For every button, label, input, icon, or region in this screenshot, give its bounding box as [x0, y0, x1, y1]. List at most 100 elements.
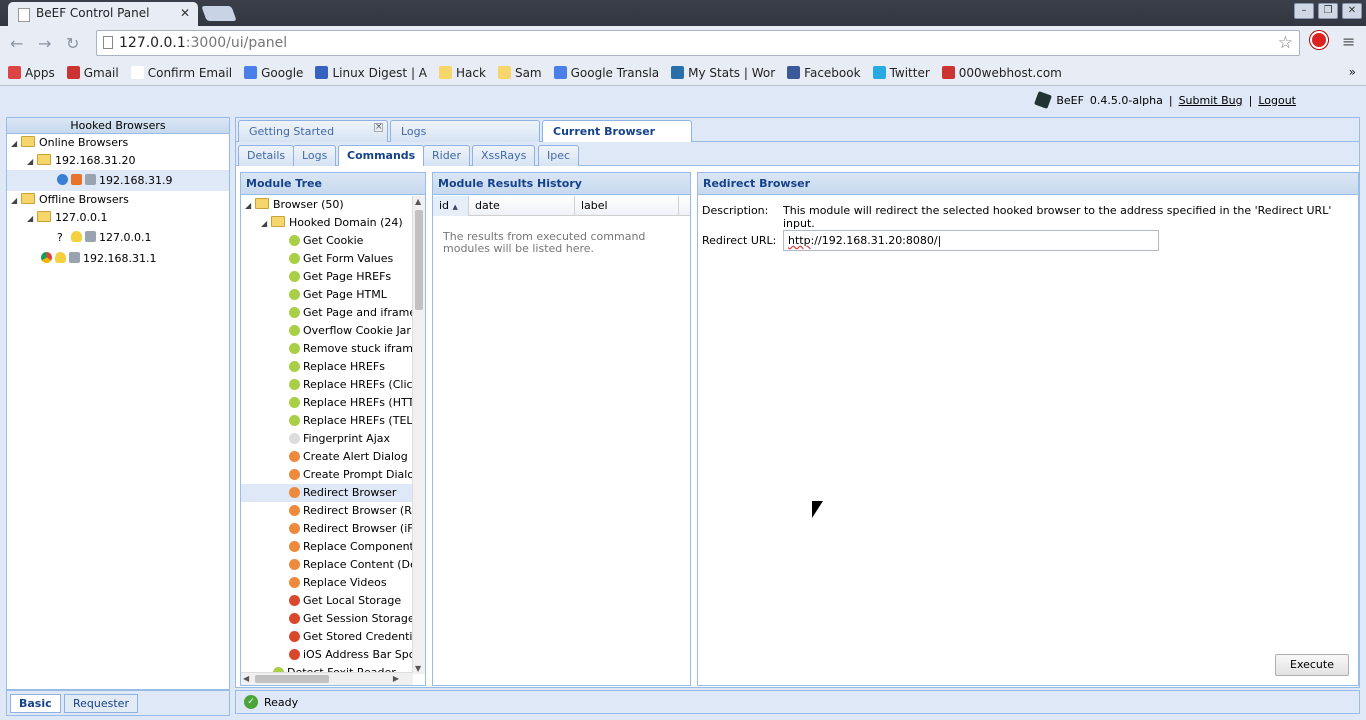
scroll-down-icon[interactable]: ▼: [415, 664, 421, 673]
col-date[interactable]: date: [469, 196, 575, 216]
module-status-icon: [289, 253, 300, 264]
tab-requester[interactable]: Requester: [64, 694, 138, 713]
close-window-icon[interactable]: ✕: [1342, 3, 1362, 19]
scroll-up-icon[interactable]: ▲: [415, 197, 421, 206]
col-label[interactable]: label: [575, 196, 679, 216]
module-item[interactable]: Remove stuck iframe: [241, 340, 413, 358]
tree-online-host[interactable]: ◢ 192.168.31.20: [7, 152, 229, 170]
bookmark-item[interactable]: Gmail: [66, 66, 119, 80]
back-icon[interactable]: ←: [10, 34, 23, 53]
scroll-thumb[interactable]: [415, 210, 423, 310]
browser-tab[interactable]: BeEF Control Panel ✕: [8, 2, 198, 26]
bookmark-item[interactable]: Facebook: [787, 66, 861, 80]
module-item[interactable]: Get Cookie: [241, 232, 413, 250]
tab-getting-started[interactable]: Getting Started ×: [238, 120, 388, 142]
module-item[interactable]: Replace HREFs (HTTPS: [241, 394, 413, 412]
bookmarks-overflow-icon[interactable]: »: [1349, 65, 1356, 79]
module-item[interactable]: Redirect Browser (Ric: [241, 502, 413, 520]
reload-icon[interactable]: ↻: [66, 34, 79, 53]
bookmark-item[interactable]: Confirm Email: [130, 65, 233, 80]
module-item[interactable]: Create Alert Dialog: [241, 448, 413, 466]
module-item[interactable]: Replace Component (D: [241, 538, 413, 556]
tab-basic[interactable]: Basic: [10, 694, 61, 713]
expand-icon[interactable]: ◢: [27, 153, 37, 171]
bookmark-item[interactable]: Apps: [8, 66, 55, 80]
module-item[interactable]: Get Page HTML: [241, 286, 413, 304]
tab-logs[interactable]: Logs: [390, 120, 540, 142]
address-bar[interactable]: 127.0.0.1:3000/ui/panel ☆: [96, 30, 1300, 56]
module-item[interactable]: Replace HREFs (TEL): [241, 412, 413, 430]
bookmark-item[interactable]: Sam: [497, 66, 542, 80]
tree-online-browsers[interactable]: ◢ Online Browsers: [7, 134, 229, 152]
forward-icon[interactable]: →: [38, 34, 51, 53]
tab-ipec[interactable]: Ipec: [538, 145, 580, 166]
tree-offline-host[interactable]: ◢ 127.0.0.1: [7, 209, 229, 227]
tab-rider[interactable]: Rider: [423, 145, 470, 166]
scroll-thumb[interactable]: [255, 675, 329, 683]
module-item[interactable]: Replace Videos: [241, 574, 413, 592]
expand-icon[interactable]: ◢: [11, 192, 21, 210]
bookmark-item[interactable]: Google Transla: [553, 66, 659, 80]
execute-button[interactable]: Execute: [1275, 654, 1349, 676]
minimize-icon[interactable]: –: [1294, 3, 1314, 19]
tree-offline-browsers[interactable]: ◢ Offline Browsers: [7, 191, 229, 209]
module-tree-hscroll[interactable]: ◀ ▶: [241, 672, 413, 685]
tab-current-browser[interactable]: Current Browser: [542, 120, 692, 142]
module-item[interactable]: Replace HREFs (Click I: [241, 376, 413, 394]
module-item[interactable]: Get Page and iframe H: [241, 304, 413, 322]
module-item[interactable]: Create Prompt Dialog: [241, 466, 413, 484]
bookmark-item[interactable]: Twitter: [872, 66, 930, 80]
module-tree-vscroll[interactable]: ▲ ▼: [412, 196, 425, 674]
folder-icon: [255, 198, 269, 209]
bookmark-item[interactable]: 000webhost.com: [941, 66, 1062, 80]
scroll-right-icon[interactable]: ▶: [393, 674, 399, 683]
module-label: Redirect Browser (iFra: [303, 522, 413, 535]
module-item[interactable]: Redirect Browser: [241, 484, 413, 502]
bookmark-star-icon[interactable]: ☆: [1278, 33, 1293, 53]
tab-commands[interactable]: Commands: [338, 145, 425, 166]
module-item[interactable]: Get Stored Credentials: [241, 628, 413, 646]
tab-details[interactable]: Details: [238, 145, 295, 166]
tree-offline-browser-2[interactable]: 192.168.31.1: [7, 248, 229, 269]
tab-xssrays[interactable]: XssRays: [472, 145, 536, 166]
module-item[interactable]: Overflow Cookie Jar: [241, 322, 413, 340]
tree-hooked-domain-folder[interactable]: ◢ Hooked Domain (24): [241, 214, 413, 232]
expand-icon[interactable]: ◢: [27, 210, 37, 228]
bookmark-label: Confirm Email: [147, 65, 233, 80]
module-item[interactable]: Get Form Values: [241, 250, 413, 268]
bookmark-item[interactable]: Hack: [439, 66, 486, 80]
scroll-left-icon[interactable]: ◀: [243, 674, 249, 683]
tab-sub-logs[interactable]: Logs: [293, 145, 337, 166]
module-item[interactable]: Replace HREFs: [241, 358, 413, 376]
module-item[interactable]: Fingerprint Ajax: [241, 430, 413, 448]
logout-link[interactable]: Logout: [1258, 94, 1296, 107]
maximize-icon[interactable]: ❐: [1318, 3, 1338, 19]
bookmark-item[interactable]: Google: [244, 66, 303, 80]
module-item[interactable]: Redirect Browser (iFra: [241, 520, 413, 538]
module-item[interactable]: Replace Content (Defa: [241, 556, 413, 574]
module-item[interactable]: iOS Address Bar Spoo: [241, 646, 413, 664]
module-item[interactable]: Get Local Storage: [241, 592, 413, 610]
module-item[interactable]: Get Session Storage: [241, 610, 413, 628]
url-scheme: http: [788, 234, 811, 247]
redirect-url-input[interactable]: http://192.168.31.20:8080/|: [783, 230, 1159, 251]
tab-close-icon[interactable]: ✕: [180, 6, 190, 20]
expand-icon[interactable]: ◢: [261, 215, 271, 233]
bookmark-item[interactable]: Linux Digest | A: [315, 66, 427, 80]
bookmark-icon: [497, 66, 511, 79]
computer-icon: [69, 252, 80, 263]
browser-menu-icon[interactable]: ≡: [1342, 32, 1355, 51]
tree-hooked-browser-selected[interactable]: 192.168.31.9: [7, 170, 229, 191]
col-id[interactable]: id ▲: [433, 196, 469, 216]
submit-bug-link[interactable]: Submit Bug: [1179, 94, 1243, 107]
expand-icon[interactable]: ◢: [11, 135, 21, 153]
tab-close-icon[interactable]: ×: [374, 123, 383, 132]
module-item[interactable]: Get Page HREFs: [241, 268, 413, 286]
tree-offline-browser-1[interactable]: ? 127.0.0.1: [7, 227, 229, 248]
tree-browser-folder[interactable]: ◢ Browser (50): [241, 196, 413, 214]
expand-icon[interactable]: ◢: [245, 197, 255, 215]
extension-icon[interactable]: [1310, 31, 1328, 49]
bookmark-item[interactable]: My Stats | Wor: [671, 66, 775, 80]
hooked-browsers-panel: Hooked Browsers ◢ Online Browsers ◢ 192.16…: [6, 117, 230, 690]
new-tab-button[interactable]: [201, 6, 237, 21]
